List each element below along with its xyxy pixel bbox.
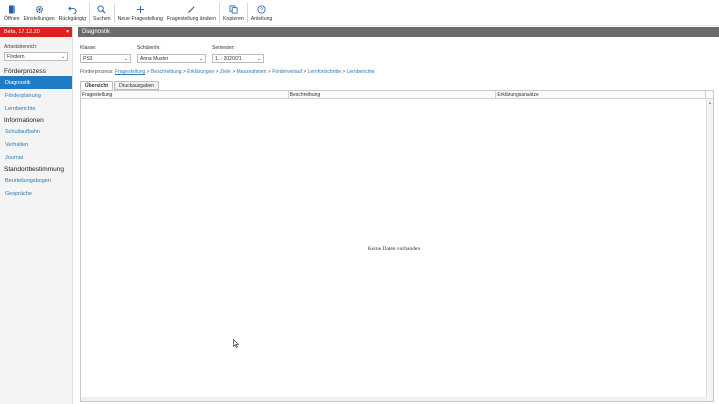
semester-value: 1. - 2020/21 [215, 55, 242, 62]
toolbar-separator [218, 3, 220, 23]
class-select[interactable]: PS3 ⌄ [80, 54, 131, 63]
sidebar-item-lernberichte[interactable]: Lernberichte [0, 102, 72, 115]
grid-header: Fragestellung Beschreibung Erklärungsans… [81, 91, 713, 99]
breadcrumb-current[interactable]: Fragestellung [115, 69, 145, 75]
sidebar: Beta, 17.12.20 ▾ Arbeitsbereich: Fördern… [0, 27, 73, 404]
breadcrumb-separator: > [232, 69, 236, 75]
student-label: Schüler/in: [137, 45, 161, 51]
sidebar-item-schullaufbahn[interactable]: Schullaufbahn [0, 125, 72, 138]
mouse-cursor-icon [233, 338, 240, 350]
new-question-button[interactable]: Neue Fragestellung [116, 0, 165, 26]
sidebar-item-journal[interactable]: Journal [0, 151, 72, 164]
search-label: Suchen [93, 16, 111, 22]
breadcrumb-separator: > [303, 69, 307, 75]
breadcrumb-item[interactable]: Erklärungen [187, 69, 214, 75]
vertical-scrollbar[interactable]: ▲ [706, 99, 713, 401]
breadcrumb-label: Förderprozess: [80, 69, 114, 75]
open-label: Öffnen [4, 16, 20, 22]
new-question-label: Neue Fragestellung [117, 16, 163, 22]
undo-button[interactable]: Rückgängig [57, 0, 88, 26]
semester-filter: Semester: 1. - 2020/21 ⌄ [212, 45, 264, 63]
toolbar-separator [246, 3, 248, 23]
sidebar-group-informationen: Informationen [4, 117, 44, 124]
class-label: Klasse: [80, 45, 97, 51]
version-bar[interactable]: Beta, 17.12.20 ▾ [0, 27, 72, 37]
gear-icon [34, 4, 44, 14]
breadcrumb: Förderprozess: Fragestellung > Beschreib… [80, 69, 375, 75]
semester-select[interactable]: 1. - 2020/21 ⌄ [212, 54, 264, 63]
breadcrumb-separator: > [146, 69, 150, 75]
breadcrumb-separator: > [182, 69, 186, 75]
plus-icon [135, 4, 145, 14]
copy-icon [228, 4, 238, 14]
breadcrumb-item[interactable]: Förderverlauf [272, 69, 302, 75]
workspace-select[interactable]: Fördern ⌄ [4, 52, 68, 61]
edit-question-button[interactable]: Fragestellung ändern [165, 0, 218, 26]
chevron-down-icon: ⌄ [256, 55, 261, 62]
workspace-label: Arbeitsbereich: [4, 44, 38, 50]
help-button[interactable]: ? Anleitung [249, 0, 275, 26]
chevron-down-icon: ⌄ [198, 55, 203, 62]
svg-text:?: ? [260, 7, 263, 13]
chevron-down-icon: ⌄ [60, 53, 65, 60]
class-value: PS3 [83, 55, 93, 62]
class-filter: Klasse: PS3 ⌄ [80, 45, 131, 63]
sidebar-item-beurteilungsbogen[interactable]: Beurteilungsbogen [0, 174, 72, 187]
sidebar-item-verhalten[interactable]: Verhalten [0, 138, 72, 151]
column-header-fragestellung[interactable]: Fragestellung [81, 91, 289, 98]
chevron-down-icon: ⌄ [123, 55, 128, 62]
sidebar-item-gespraeche[interactable]: Gespräche [0, 187, 72, 200]
copy-button[interactable]: Kopieren [221, 0, 246, 26]
copy-label: Kopieren [222, 16, 244, 22]
open-button[interactable]: Öffnen [2, 0, 21, 26]
sidebar-group-standortbestimmung: Standortbestimmung [4, 166, 64, 173]
help-label: Anleitung [250, 16, 273, 22]
breadcrumb-item[interactable]: Lernfortschritte [308, 69, 341, 75]
toolbar-separator [89, 3, 91, 23]
tab-bar: Übersicht Druckausgaben [80, 81, 160, 90]
search-button[interactable]: Suchen [91, 0, 113, 26]
help-icon: ? [257, 4, 267, 14]
page-title: Diagnostik [78, 27, 719, 37]
scroll-up-icon[interactable]: ▲ [707, 99, 713, 105]
undo-icon [67, 4, 77, 14]
edit-question-label: Fragestellung ändern [166, 16, 216, 22]
toolbar: Öffnen Einstellungen Rückgängig Suchen N… [0, 0, 719, 26]
breadcrumb-separator: > [215, 69, 219, 75]
chevron-down-icon: ▾ [66, 29, 69, 35]
data-grid: Fragestellung Beschreibung Erklärungsans… [80, 90, 714, 402]
toolbar-separator [113, 3, 115, 23]
breadcrumb-item[interactable]: Beschreibung [151, 69, 182, 75]
tab-uebersicht[interactable]: Übersicht [80, 81, 114, 90]
breadcrumb-separator: > [267, 69, 271, 75]
version-label: Beta, 17.12.20 [4, 29, 40, 35]
settings-label: Einstellungen [23, 16, 55, 22]
breadcrumb-item[interactable]: Lernberichte [347, 69, 375, 75]
horizontal-scrollbar[interactable] [81, 397, 707, 401]
student-value: Anna Muster [140, 55, 169, 62]
sidebar-item-diagnostik[interactable]: Diagnostik [0, 76, 72, 89]
search-icon [97, 4, 107, 14]
sidebar-item-foerderplanung[interactable]: Förderplanung [0, 89, 72, 102]
column-header-erklaerungsansaetze[interactable]: Erklärungsansätze [496, 91, 707, 98]
settings-button[interactable]: Einstellungen [21, 0, 56, 26]
empty-state-text: Keine Daten vorhanden [367, 246, 421, 252]
student-select[interactable]: Anna Muster ⌄ [137, 54, 206, 63]
semester-label: Semester: [212, 45, 235, 51]
sidebar-group-foerderprozess: Förderprozess [4, 68, 46, 75]
breadcrumb-item[interactable]: Ziele [220, 69, 231, 75]
column-header-beschreibung[interactable]: Beschreibung [289, 91, 497, 98]
undo-label: Rückgängig [58, 16, 87, 22]
breadcrumb-separator: > [342, 69, 346, 75]
student-filter: Schüler/in: Anna Muster ⌄ [137, 45, 206, 63]
workspace-value: Fördern [7, 53, 25, 60]
breadcrumb-item[interactable]: Massnahmen [237, 69, 267, 75]
tab-druckausgaben[interactable]: Druckausgaben [114, 81, 160, 90]
open-icon [7, 4, 17, 14]
pencil-icon [186, 4, 196, 14]
